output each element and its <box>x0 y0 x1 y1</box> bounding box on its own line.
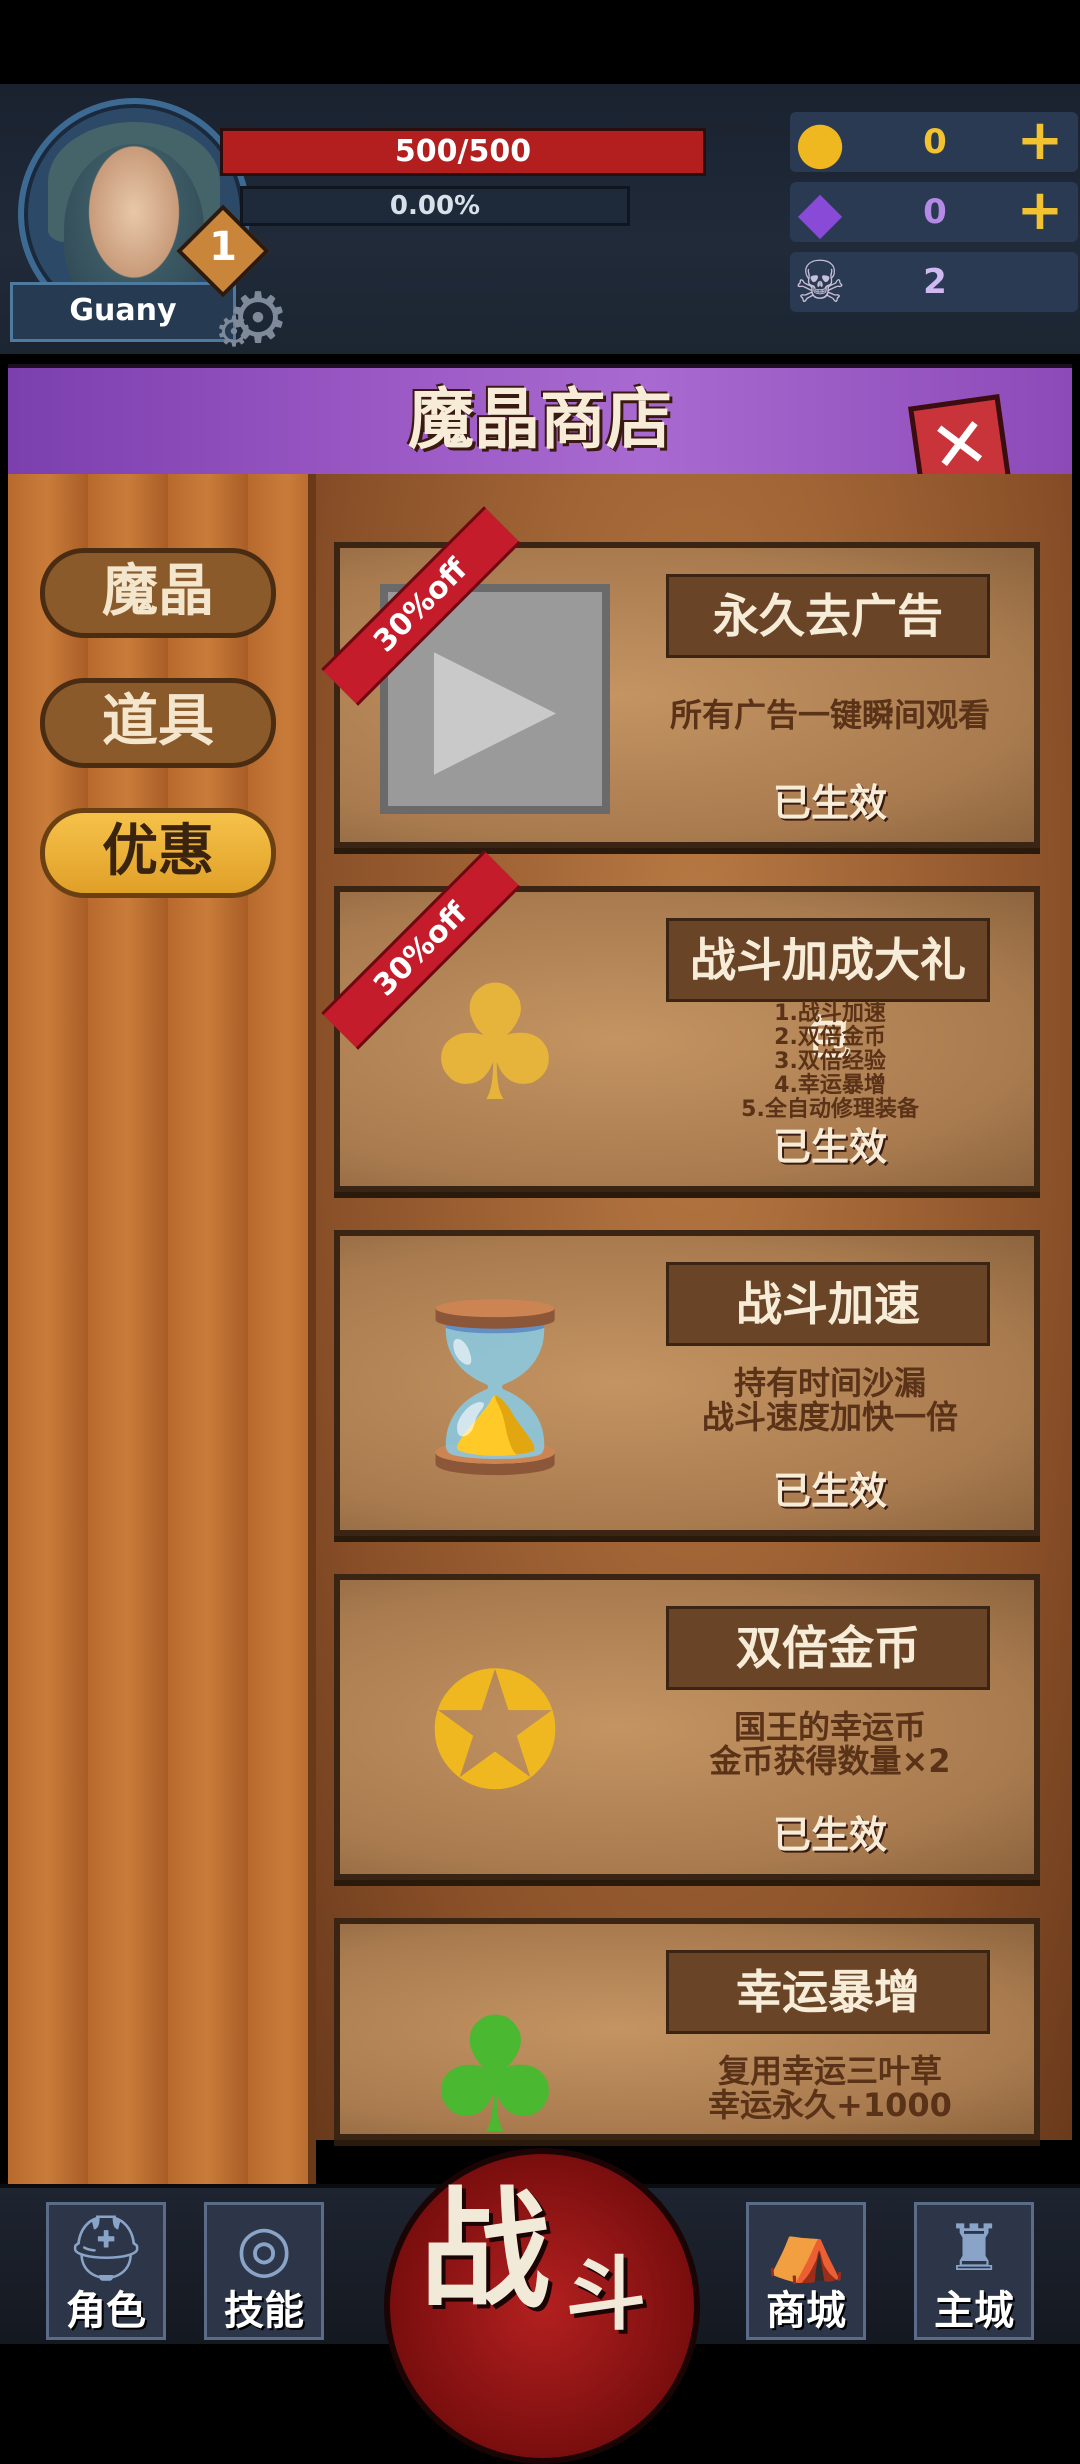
tab-discount[interactable]: 优惠 <box>40 808 276 898</box>
shop-card-speed[interactable]: ⌛ 战斗加速 持有时间沙漏 战斗速度加快一倍 已生效 <box>334 1230 1040 1536</box>
card-status: 已生效 <box>772 1125 887 1169</box>
gold-resource: ● 0 + <box>790 108 1078 176</box>
small-gear-icon: ⚙ <box>215 307 253 356</box>
gold-value: 0 <box>923 122 947 162</box>
tent-icon: ⛺ <box>766 2212 846 2286</box>
gold-coin-icon: ✪ <box>427 1637 563 1825</box>
card-description: 所有广告一键瞬间观看 <box>669 696 990 734</box>
card-description: 1.战斗加速 2.双倍金币 3.双倍经验 4.幸运暴增 5.全自动修理装备 <box>640 1002 1020 1122</box>
desc-line: 国王的幸运币 <box>733 1708 926 1746</box>
card-status: 已生效 <box>772 781 887 825</box>
desc-line: 复用幸运三叶草 <box>717 2052 942 2090</box>
shop-card-double-gold[interactable]: ✪ 双倍金币 国王的幸运币 金币获得数量×2 已生效 <box>334 1574 1040 1880</box>
nav-character[interactable]: ⛑ 角色 <box>46 2202 166 2340</box>
card-title: 战斗加速 <box>666 1262 990 1346</box>
hourglass-icon: ⌛ <box>395 1292 595 1480</box>
hp-bar: 500/500 <box>220 128 706 176</box>
desc-line: 持有时间沙漏 <box>733 1364 926 1402</box>
shop-card-battle-pack[interactable]: ♣ 战斗加成大礼包 1.战斗加速 2.双倍金币 3.双倍经验 4.幸运暴增 5.… <box>321 850 1040 1192</box>
card-title: 双倍金币 <box>666 1606 990 1690</box>
shop-card-luck[interactable]: ♣ 幸运暴增 复用幸运三叶草 幸运永久+1000 <box>334 1918 1040 2169</box>
card-description: 国王的幸运币 金币获得数量×2 <box>640 1710 1020 1778</box>
battle-label-2: 斗 <box>566 2248 646 2341</box>
desc-line: 金币获得数量×2 <box>709 1742 951 1780</box>
gold-coin-icon: ● <box>794 108 846 176</box>
card-description: 持有时间沙漏 战斗速度加快一倍 <box>640 1366 1020 1434</box>
nav-mall[interactable]: ⛺ 商城 <box>746 2202 866 2340</box>
nav-label: 技能 <box>224 2288 304 2334</box>
desc-line: 幸运永久+1000 <box>708 2086 952 2124</box>
card-title: 永久去广告 <box>666 574 990 658</box>
shop-card-no-ads[interactable]: ▶ 永久去广告 所有广告一键瞬间观看 已生效 30%off <box>321 506 1040 848</box>
nav-skill[interactable]: ◎ 技能 <box>204 2202 324 2340</box>
desc-line: 1.战斗加速 <box>774 1001 886 1026</box>
add-gold-button[interactable]: + <box>1014 113 1066 169</box>
xp-bar: 0.00% <box>240 186 630 226</box>
card-status: 已生效 <box>772 1813 887 1857</box>
nav-label: 商城 <box>766 2288 846 2334</box>
shop-title: 魔晶商店 <box>408 381 672 458</box>
tab-crystal[interactable]: 魔晶 <box>40 548 276 638</box>
skill-swirl-icon: ◎ <box>236 2212 292 2286</box>
desc-line: 3.双倍经验 <box>774 1049 886 1074</box>
desc-line: 战斗速度加快一倍 <box>701 1398 958 1436</box>
tab-items[interactable]: 道具 <box>40 678 276 768</box>
nav-label: 主城 <box>934 2288 1014 2334</box>
nav-city[interactable]: ♜ 主城 <box>914 2202 1034 2340</box>
desc-line: 4.幸运暴增 <box>774 1073 886 1098</box>
soul-value: 2 <box>923 262 947 302</box>
add-crystal-button[interactable]: + <box>1014 183 1066 239</box>
crystal-icon: ◆ <box>797 178 843 246</box>
nav-label: 角色 <box>66 2288 146 2334</box>
desc-line: 2.双倍金币 <box>774 1025 886 1050</box>
crystal-resource: ◆ 0 + <box>790 178 1078 246</box>
soul-resource: ☠ 2 <box>790 248 1078 316</box>
card-description: 复用幸运三叶草 幸运永久+1000 <box>640 2054 1020 2122</box>
card-title: 战斗加成大礼包 <box>666 918 990 1065</box>
player-level: 1 <box>209 224 237 270</box>
card-title: 幸运暴增 <box>666 1950 990 2034</box>
helmet-icon: ⛑ <box>65 2212 147 2286</box>
skull-icon: ☠ <box>794 248 846 316</box>
player-name: Guany <box>10 282 236 342</box>
card-status: 已生效 <box>772 1469 887 1513</box>
crystal-value: 0 <box>923 192 947 232</box>
desc-line: 5.全自动修理装备 <box>741 1097 919 1122</box>
castle-icon: ♜ <box>945 2212 1003 2286</box>
